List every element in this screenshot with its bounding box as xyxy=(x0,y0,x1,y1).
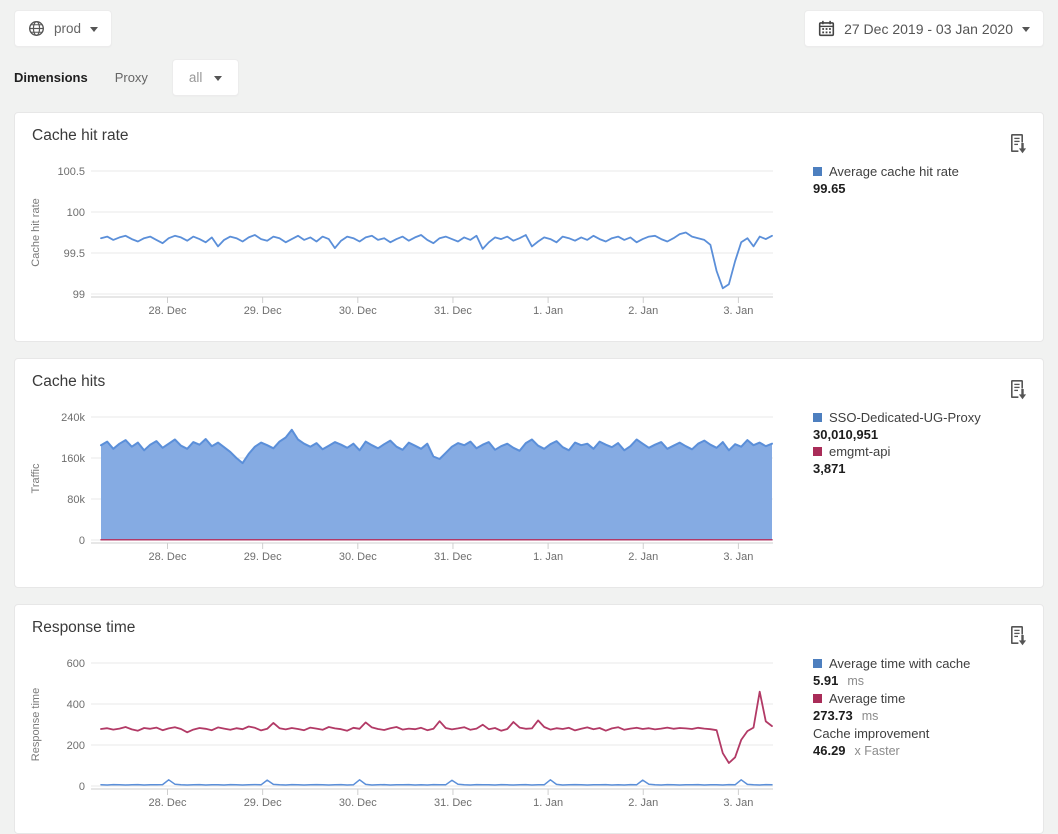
x-tick-label: 28. Dec xyxy=(149,305,187,317)
legend-unit: ms xyxy=(847,674,864,688)
environment-selector-value: prod xyxy=(54,21,81,36)
x-tick-label: 3. Jan xyxy=(723,797,753,809)
export-report-button[interactable] xyxy=(1008,133,1028,155)
date-range-button[interactable]: 27 Dec 2019 - 03 Jan 2020 xyxy=(804,10,1044,47)
legend-value: 30,010,951 xyxy=(813,427,878,442)
date-range-value: 27 Dec 2019 - 03 Jan 2020 xyxy=(844,21,1013,37)
x-tick-label: 3. Jan xyxy=(723,305,753,317)
legend-value: 273.73 xyxy=(813,708,853,723)
chevron-down-icon xyxy=(90,27,98,32)
y-tick-label: 400 xyxy=(67,699,85,711)
legend-unit: x Faster xyxy=(855,744,900,758)
y-tick-label: 99 xyxy=(73,289,85,301)
legend-item: SSO-Dedicated-UG-Proxy30,010,951 xyxy=(813,409,1053,443)
x-tick-label: 30. Dec xyxy=(339,305,377,317)
y-tick-label: 600 xyxy=(67,658,85,670)
legend-swatch-icon xyxy=(813,413,822,422)
top-bar: prod 27 Dec 2019 - 03 Jan 2020 xyxy=(0,0,1058,47)
legend-swatch-icon xyxy=(813,694,822,703)
legend-item: Average time273.73 ms xyxy=(813,690,1053,725)
legend-label: Average cache hit rate xyxy=(829,163,959,180)
export-report-button[interactable] xyxy=(1008,379,1028,401)
y-tick-label: 0 xyxy=(79,535,85,547)
proxy-filter-dropdown[interactable]: all xyxy=(172,59,240,96)
x-tick-label: 2. Jan xyxy=(628,797,658,809)
series-line xyxy=(101,233,772,289)
legend-label: Average time with cache xyxy=(829,655,970,672)
export-report-icon xyxy=(1008,379,1028,401)
legend-item: Average cache hit rate99.65 xyxy=(813,163,1053,197)
legend-label: Cache improvement xyxy=(813,725,929,742)
proxy-filter-label: Proxy xyxy=(115,70,148,85)
cache-hit-rate-panel: Cache hit rate 100.5 100 99.5 99 Cache hit r… xyxy=(14,112,1044,342)
y-tick-label: 0 xyxy=(79,781,85,793)
environment-selector-button[interactable]: prod xyxy=(14,10,112,47)
y-tick-label: 80k xyxy=(67,494,85,506)
x-tick-label: 31. Dec xyxy=(434,305,472,317)
legend-label: SSO-Dedicated-UG-Proxy xyxy=(829,409,981,426)
cache-hits-legend: SSO-Dedicated-UG-Proxy30,010,951emgmt-ap… xyxy=(813,409,1053,477)
response-time-panel: Response time 600 400 200 0 Response time 28.… xyxy=(14,604,1044,834)
legend-unit: ms xyxy=(862,709,879,723)
series-line xyxy=(101,780,772,785)
response-time-legend: Average time with cache5.91msAverage tim… xyxy=(813,655,1053,760)
legend-swatch-icon xyxy=(813,447,822,456)
x-tick-label: 29. Dec xyxy=(244,797,282,809)
x-tick-label: 1. Jan xyxy=(533,551,563,563)
x-tick-label: 30. Dec xyxy=(339,797,377,809)
legend-item: Cache improvement46.29 x Faster xyxy=(813,725,1053,760)
x-tick-label: 28. Dec xyxy=(149,551,187,563)
panel-title: Cache hit rate xyxy=(32,127,129,145)
x-tick-label: 2. Jan xyxy=(628,305,658,317)
export-report-button[interactable] xyxy=(1008,625,1028,647)
y-tick-label: 99.5 xyxy=(64,248,85,260)
chevron-down-icon xyxy=(1022,27,1030,32)
y-tick-label: 100 xyxy=(67,207,85,219)
y-axis-title: Response time xyxy=(30,688,42,761)
response-time-chart-canvas: 600 400 200 0 Response time 28. Dec 29. Dec 30.… xyxy=(15,653,805,813)
y-axis-title: Cache hit rate xyxy=(30,198,42,266)
export-report-icon xyxy=(1008,133,1028,155)
legend-swatch-icon xyxy=(813,659,822,668)
x-tick-label: 3. Jan xyxy=(723,551,753,563)
legend-value: 46.29 xyxy=(813,743,846,758)
x-tick-label: 29. Dec xyxy=(244,551,282,563)
panel-title: Cache hits xyxy=(32,373,105,391)
cache-hits-panel: Cache hits 240k 160k 80k 0 Traffic 28. Dec 29.… xyxy=(14,358,1044,588)
cache-hits-chart-canvas: 240k 160k 80k 0 Traffic 28. Dec 29. Dec 30. Dec… xyxy=(15,407,805,567)
filter-bar: Dimensions Proxy all xyxy=(0,59,1058,96)
cache-hit-rate-chart-canvas: 100.5 100 99.5 99 Cache hit rate 28. Dec 29. D… xyxy=(15,161,805,321)
proxy-filter-value: all xyxy=(189,70,203,85)
x-tick-label: 28. Dec xyxy=(149,797,187,809)
x-tick-label: 31. Dec xyxy=(434,797,472,809)
legend-value: 3,871 xyxy=(813,461,846,476)
calendar-icon xyxy=(818,20,835,37)
export-report-icon xyxy=(1008,625,1028,647)
chevron-down-icon xyxy=(214,76,222,81)
legend-item: Average time with cache5.91 ms xyxy=(813,655,1053,690)
globe-icon xyxy=(28,20,45,37)
x-tick-label: 1. Jan xyxy=(533,797,563,809)
x-tick-label: 1. Jan xyxy=(533,305,563,317)
dimensions-label: Dimensions xyxy=(14,70,88,85)
y-axis-title: Traffic xyxy=(30,463,42,493)
legend-item: emgmt-api3,871 xyxy=(813,443,1053,477)
legend-label: Average time xyxy=(829,690,905,707)
series-line xyxy=(101,692,772,763)
x-tick-label: 29. Dec xyxy=(244,305,282,317)
legend-label: emgmt-api xyxy=(829,443,890,460)
y-tick-label: 240k xyxy=(61,412,85,424)
legend-value: 99.65 xyxy=(813,181,846,196)
legend-swatch-icon xyxy=(813,167,822,176)
y-tick-label: 160k xyxy=(61,453,85,465)
cache-hit-rate-legend: Average cache hit rate99.65 xyxy=(813,163,1053,197)
x-tick-label: 31. Dec xyxy=(434,551,472,563)
panel-title: Response time xyxy=(32,619,135,637)
x-tick-label: 2. Jan xyxy=(628,551,658,563)
legend-value: 5.91 xyxy=(813,673,838,688)
x-tick-label: 30. Dec xyxy=(339,551,377,563)
y-tick-label: 200 xyxy=(67,740,85,752)
y-tick-label: 100.5 xyxy=(57,166,85,178)
